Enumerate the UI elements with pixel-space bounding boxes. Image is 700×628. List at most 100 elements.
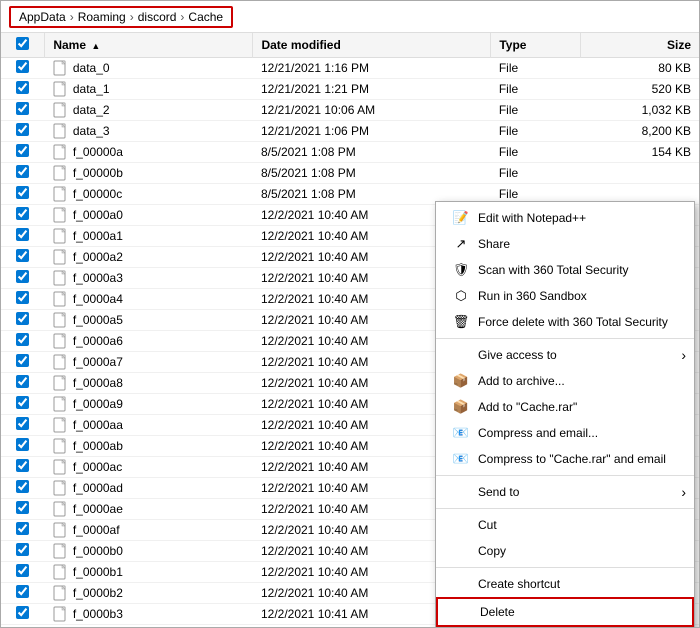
ctx-item-sandbox-360[interactable]: ⬡Run in 360 Sandbox	[436, 283, 694, 309]
ctx-item-cut[interactable]: Cut	[436, 512, 694, 538]
row-name-cell[interactable]: f_00000c	[45, 184, 253, 205]
ctx-item-create-shortcut[interactable]: Create shortcut	[436, 571, 694, 597]
ctx-item-compress-email[interactable]: 📧Compress and email...	[436, 420, 694, 446]
row-name-cell[interactable]: f_0000b2	[45, 583, 253, 604]
row-name-cell[interactable]: data_1	[45, 79, 253, 100]
header-checkbox-col	[1, 33, 45, 58]
table-row[interactable]: f_00000b 8/5/2021 1:08 PMFile	[1, 163, 699, 184]
row-checkbox[interactable]	[16, 480, 29, 493]
row-name-cell[interactable]: f_0000b0	[45, 541, 253, 562]
row-name-cell[interactable]: f_0000ab	[45, 436, 253, 457]
breadcrumb-cache[interactable]: Cache	[188, 10, 223, 24]
row-name-cell[interactable]: f_0000ae	[45, 499, 253, 520]
ctx-label-scan-360: Scan with 360 Total Security	[478, 263, 629, 277]
row-name-cell[interactable]: f_00000a	[45, 142, 253, 163]
row-checkbox[interactable]	[16, 165, 29, 178]
file-name: f_0000a4	[73, 292, 123, 306]
row-checkbox[interactable]	[16, 123, 29, 136]
ctx-item-copy[interactable]: Copy	[436, 538, 694, 564]
row-checkbox[interactable]	[16, 438, 29, 451]
header-size[interactable]: Size	[580, 33, 699, 58]
row-name-cell[interactable]: f_0000b3	[45, 604, 253, 625]
row-checkbox[interactable]	[16, 564, 29, 577]
ctx-item-scan-360[interactable]: 🛡Scan with 360 Total Security	[436, 257, 694, 283]
table-row[interactable]: data_1 12/21/2021 1:21 PMFile520 KB	[1, 79, 699, 100]
file-name: f_0000a1	[73, 229, 123, 243]
row-name-cell[interactable]: f_0000a0	[45, 205, 253, 226]
row-name-cell[interactable]: data_2	[45, 100, 253, 121]
table-row[interactable]: data_2 12/21/2021 10:06 AMFile1,032 KB	[1, 100, 699, 121]
row-checkbox[interactable]	[16, 354, 29, 367]
ctx-item-delete[interactable]: Delete	[436, 597, 694, 627]
row-checkbox[interactable]	[16, 333, 29, 346]
row-checkbox[interactable]	[16, 522, 29, 535]
header-type[interactable]: Type	[491, 33, 580, 58]
table-row[interactable]: data_3 12/21/2021 1:06 PMFile8,200 KB	[1, 121, 699, 142]
row-name-cell[interactable]: f_0000aa	[45, 415, 253, 436]
ctx-item-give-access[interactable]: Give access to	[436, 342, 694, 368]
row-name-cell[interactable]: f_0000af	[45, 520, 253, 541]
row-checkbox[interactable]	[16, 102, 29, 115]
row-checkbox[interactable]	[16, 459, 29, 472]
header-name[interactable]: Name ▲	[45, 33, 253, 58]
row-checkbox[interactable]	[16, 417, 29, 430]
row-checkbox-cell	[1, 310, 45, 331]
row-checkbox[interactable]	[16, 228, 29, 241]
row-checkbox[interactable]	[16, 312, 29, 325]
row-name-cell[interactable]: f_0000ad	[45, 478, 253, 499]
ctx-icon-add-archive: 📦	[452, 372, 470, 390]
row-name-cell[interactable]: f_0000a5	[45, 310, 253, 331]
breadcrumb-path[interactable]: AppData › Roaming › discord › Cache	[9, 6, 233, 28]
row-checkbox[interactable]	[16, 501, 29, 514]
row-checkbox[interactable]	[16, 60, 29, 73]
header-date[interactable]: Date modified	[253, 33, 491, 58]
row-name-cell[interactable]: f_00000b	[45, 163, 253, 184]
row-checkbox[interactable]	[16, 585, 29, 598]
row-checkbox[interactable]	[16, 249, 29, 262]
file-name: f_0000a5	[73, 313, 123, 327]
row-name-cell[interactable]: data_3	[45, 121, 253, 142]
select-all-checkbox[interactable]	[16, 37, 29, 50]
row-checkbox[interactable]	[16, 543, 29, 556]
row-checkbox[interactable]	[16, 186, 29, 199]
breadcrumb-roaming[interactable]: Roaming	[78, 10, 126, 24]
row-name-cell[interactable]: f_0000a4	[45, 289, 253, 310]
row-name-cell[interactable]: f_0000ac	[45, 457, 253, 478]
ctx-label-create-shortcut: Create shortcut	[478, 577, 560, 591]
row-name-cell[interactable]: f_0000a2	[45, 247, 253, 268]
row-name-cell[interactable]: f_0000a1	[45, 226, 253, 247]
row-checkbox[interactable]	[16, 606, 29, 619]
row-checkbox-cell	[1, 436, 45, 457]
row-checkbox[interactable]	[16, 291, 29, 304]
row-name-cell[interactable]: f_0000a3	[45, 268, 253, 289]
file-name: data_3	[73, 124, 110, 138]
table-row[interactable]: f_00000a 8/5/2021 1:08 PMFile154 KB	[1, 142, 699, 163]
row-name-cell[interactable]: f_0000a7	[45, 352, 253, 373]
breadcrumb-appdata[interactable]: AppData	[19, 10, 66, 24]
ctx-item-share[interactable]: ↗Share	[436, 231, 694, 257]
row-name-cell[interactable]: f_0000a8	[45, 373, 253, 394]
row-name-cell[interactable]: f_0000b1	[45, 562, 253, 583]
ctx-item-force-delete-360[interactable]: 🗑Force delete with 360 Total Security	[436, 309, 694, 335]
row-checkbox[interactable]	[16, 396, 29, 409]
row-checkbox[interactable]	[16, 375, 29, 388]
ctx-item-add-cache-rar[interactable]: 📦Add to "Cache.rar"	[436, 394, 694, 420]
ctx-label-delete: Delete	[480, 605, 515, 619]
ctx-item-compress-cache-email[interactable]: 📧Compress to "Cache.rar" and email	[436, 446, 694, 472]
ctx-item-edit-notepad[interactable]: 📝Edit with Notepad++	[436, 205, 694, 231]
ctx-item-add-archive[interactable]: 📦Add to archive...	[436, 368, 694, 394]
ctx-icon-copy	[452, 542, 470, 560]
row-name-cell[interactable]: data_0	[45, 58, 253, 79]
breadcrumb-discord[interactable]: discord	[138, 10, 177, 24]
row-checkbox[interactable]	[16, 144, 29, 157]
row-name-cell[interactable]: f_0000b4	[45, 625, 253, 628]
row-checkbox[interactable]	[16, 270, 29, 283]
row-checkbox[interactable]	[16, 207, 29, 220]
ctx-item-send-to[interactable]: Send to	[436, 479, 694, 505]
table-row[interactable]: data_0 12/21/2021 1:16 PMFile80 KB	[1, 58, 699, 79]
row-name-cell[interactable]: f_0000a9	[45, 394, 253, 415]
row-checkbox-cell	[1, 499, 45, 520]
row-checkbox[interactable]	[16, 81, 29, 94]
row-name-cell[interactable]: f_0000a6	[45, 331, 253, 352]
row-checkbox-cell	[1, 625, 45, 628]
